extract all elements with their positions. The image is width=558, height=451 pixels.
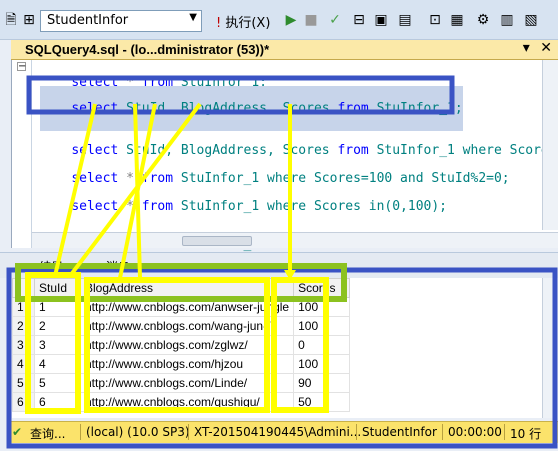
chevron-down-icon: ▼ — [189, 12, 197, 23]
cell-blogaddress[interactable]: http://www.cnblogs.com/wang-jun-/ — [79, 316, 295, 336]
table-header-row: StuId BlogAddress Scores — [12, 278, 351, 298]
cell-scores[interactable]: 100 — [293, 297, 351, 317]
column-header[interactable]: StuId — [34, 278, 81, 298]
parse-icon[interactable]: ✓ — [326, 11, 344, 29]
result-tabs: ▦ 结果 ✉ 消息 — [0, 252, 558, 278]
table-row[interactable]: 4 4 http://www.cnblogs.com/hjzou 100 — [12, 354, 351, 374]
row-number[interactable]: 5 — [12, 373, 35, 393]
status-server: (local) (10.0 SP3) — [86, 425, 190, 439]
row-number[interactable]: 1 — [12, 297, 35, 317]
table-row[interactable]: 5 5 http://www.cnblogs.com/Linde/ 90 — [12, 373, 351, 393]
row-number[interactable]: 6 — [12, 392, 35, 412]
cell-blogaddress[interactable]: http://www.cnblogs.com/zglwz/ — [79, 335, 295, 355]
column-header[interactable]: BlogAddress — [79, 278, 295, 298]
tab-results[interactable]: ▦ 结果 — [24, 258, 63, 275]
divider — [80, 424, 81, 440]
client-stats-icon[interactable]: ▥ — [498, 11, 516, 29]
row-number[interactable]: 4 — [12, 354, 35, 374]
status-query: 查询... — [30, 427, 66, 441]
close-icon[interactable]: ✕ — [540, 40, 552, 56]
row-number-header — [12, 278, 35, 298]
editor-vertical-scrollbar[interactable] — [542, 60, 558, 230]
cell-stuid[interactable]: 1 — [34, 297, 81, 317]
cell-scores[interactable]: 100 — [293, 354, 351, 374]
database-select[interactable]: StudentInfor ▼ — [40, 10, 202, 32]
table-row[interactable]: 6 6 http://www.cnblogs.com/qushigu/ 50 — [12, 392, 351, 412]
editor-tab-title: SQLQuery4.sql - (lo...dministrator (53))… — [25, 42, 270, 57]
row-number[interactable]: 2 — [12, 316, 35, 336]
cell-scores[interactable]: 90 — [293, 373, 351, 393]
cell-blogaddress[interactable]: http://www.cnblogs.com/anwser-jungle — [79, 297, 295, 317]
divider — [188, 424, 189, 440]
debug-icon[interactable]: ▶ — [282, 11, 300, 29]
stop-icon[interactable]: ■ — [302, 11, 320, 29]
divider — [442, 424, 443, 440]
status-login: XT-201504190445\Admini... — [194, 425, 362, 439]
cell-stuid[interactable]: 3 — [34, 335, 81, 355]
editor-tab[interactable]: SQLQuery4.sql - (lo...dministrator (53))… — [11, 40, 558, 60]
query-options-icon[interactable]: ▣ — [372, 11, 390, 29]
connect-icon[interactable]: 🗎 — [2, 11, 20, 29]
comment-icon[interactable]: ▧ — [522, 11, 540, 29]
divider — [504, 424, 505, 440]
tab-results-label: 结果 — [39, 260, 64, 274]
collapse-icon[interactable]: − — [17, 62, 26, 72]
cell-blogaddress[interactable]: http://www.cnblogs.com/qushigu/ — [79, 392, 295, 412]
tab-messages-label: 消息 — [105, 260, 130, 274]
results-to-file-icon[interactable]: ▦ — [448, 11, 466, 29]
cell-stuid[interactable]: 4 — [34, 354, 81, 374]
exclamation-icon: ! — [216, 16, 222, 31]
grid-vertical-scrollbar[interactable] — [542, 278, 558, 418]
table-row[interactable]: 3 3 http://www.cnblogs.com/zglwz/ 0 — [12, 335, 351, 355]
status-time: 00:00:00 — [448, 425, 502, 439]
results-grid[interactable]: StuId BlogAddress Scores 1 1 http://www.… — [12, 278, 558, 418]
execute-label: 执行(X) — [225, 16, 271, 31]
results-to-grid-icon[interactable]: ⊡ — [426, 11, 444, 29]
cell-stuid[interactable]: 2 — [34, 316, 81, 336]
table-row[interactable]: 2 2 http://www.cnblogs.com/wang-jun-/ 10… — [12, 316, 351, 336]
editor-horizontal-scrollbar[interactable] — [32, 232, 558, 248]
database-select-value: StudentInfor — [47, 13, 129, 28]
cell-scores[interactable]: 0 — [293, 335, 351, 355]
display-plan-icon[interactable]: ⊟ — [350, 11, 368, 29]
code-line-selected: select StuId, BlogAddress, Scores from S… — [40, 86, 463, 131]
divider — [356, 424, 357, 440]
cell-stuid[interactable]: 6 — [34, 392, 81, 412]
success-icon: ✔ — [12, 425, 23, 439]
editor-gutter: − — [12, 60, 32, 248]
cell-scores[interactable]: 50 — [293, 392, 351, 412]
message-icon: ✉ — [92, 260, 103, 274]
grid-icon: ▦ — [24, 260, 36, 274]
include-plan-icon[interactable]: ⚙ — [474, 11, 492, 29]
execute-button[interactable]: ! 执行(X) — [216, 12, 270, 31]
pin-icon[interactable]: ▾ — [523, 40, 530, 56]
cell-blogaddress[interactable]: http://www.cnblogs.com/Linde/ — [79, 373, 295, 393]
cell-scores[interactable]: 100 — [293, 316, 351, 336]
table-row[interactable]: 1 1 http://www.cnblogs.com/anwser-jungle… — [12, 297, 351, 317]
object-explorer-icon[interactable]: ⊞ — [20, 11, 38, 29]
cell-blogaddress[interactable]: http://www.cnblogs.com/hjzou — [79, 354, 295, 374]
tab-messages[interactable]: ✉ 消息 — [92, 258, 130, 275]
results-table: StuId BlogAddress Scores 1 1 http://www.… — [12, 278, 351, 412]
toolbar: 🗎 ⊞ StudentInfor ▼ ! 执行(X) ▶ ■ ✓ ⊟ ▣ ▤ ⊡… — [0, 0, 558, 40]
results-to-text-icon[interactable]: ▤ — [396, 11, 414, 29]
status-database: StudentInfor — [362, 425, 437, 439]
row-number[interactable]: 3 — [12, 335, 35, 355]
status-bar: ✔ 查询... (local) (10.0 SP3) XT-2015041904… — [8, 421, 558, 443]
cell-stuid[interactable]: 5 — [34, 373, 81, 393]
query-editor[interactable]: − select * from StuInfor_1; select StuId… — [11, 60, 558, 252]
column-header[interactable]: Scores — [293, 278, 351, 298]
editor-tab-controls: ▾ ✕ — [523, 40, 552, 56]
scrollbar-thumb[interactable] — [182, 236, 252, 246]
status-rows: 10 行 — [510, 427, 542, 441]
